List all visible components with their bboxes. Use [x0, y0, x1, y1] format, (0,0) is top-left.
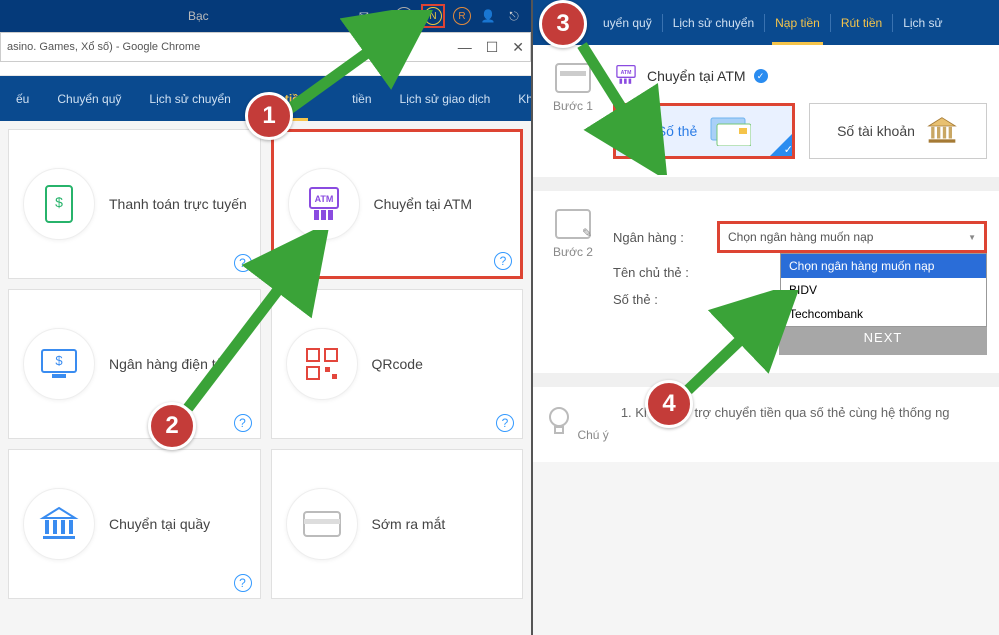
minimize-button[interactable]: —	[458, 39, 472, 56]
user-icon[interactable]: 👤	[479, 7, 497, 25]
step1-section: Bước 1 ATM Chuyển tại ATM ✓ Số thẻ	[533, 45, 999, 191]
bank-field-label: Ngân hàng :	[613, 230, 705, 245]
nav-tab-4[interactable]: tiền	[326, 76, 379, 121]
n-circle-icon[interactable]: N	[424, 7, 442, 25]
method-label: Chuyển tại quầy	[109, 516, 210, 532]
svg-text:ATM: ATM	[621, 70, 632, 76]
chrome-title-text: asino. Games, Xổ số) - Google Chrome	[7, 41, 200, 53]
method-label: Sớm ra mắt	[372, 516, 446, 532]
nav-tab-6[interactable]: Khuyến mã	[510, 76, 533, 121]
annotation-badge-1: 1	[245, 92, 293, 140]
account-topbar: Bạc ✉ 0 C N R 👤 ⎋	[0, 0, 531, 32]
bank-option-bidv[interactable]: BIDV	[781, 278, 986, 302]
method-label: Ngân hàng điện tử	[109, 356, 225, 372]
logout-icon[interactable]: ⎋	[505, 7, 523, 25]
atm-icon: ATM	[288, 168, 360, 240]
chrome-title-bar: asino. Games, Xổ số) - Google Chrome — ☐…	[0, 32, 531, 62]
mail-count: 0	[381, 10, 387, 22]
annotation-badge-4: 4	[645, 380, 693, 428]
nav-tab-1[interactable]: Chuyển quỹ	[49, 76, 129, 121]
qrcode-icon	[286, 328, 358, 400]
choice-card-number[interactable]: Số thẻ	[613, 103, 795, 159]
maximize-button[interactable]: ☐	[486, 39, 499, 56]
bank-select-dropdown[interactable]: Chọn ngân hàng muốn nạp BIDV Techcombank	[780, 253, 987, 327]
step1-title: Chuyển tại ATM	[647, 68, 746, 84]
nav-tab-5[interactable]: Lịch sử giao dịch	[392, 76, 499, 121]
method-counter[interactable]: Chuyển tại quầy ?	[8, 449, 261, 599]
card-step-icon	[555, 63, 591, 93]
ebank-icon: $	[23, 328, 95, 400]
online-payment-icon: $	[23, 168, 95, 240]
svg-text:$: $	[55, 353, 63, 368]
note-section: Chú ý 1. Không hỗ trợ chuyển tiền qua số…	[533, 387, 999, 462]
method-label: QRcode	[372, 356, 423, 372]
note-side-label: Chú ý	[577, 428, 608, 442]
help-icon[interactable]: ?	[234, 254, 252, 272]
c-circle-icon[interactable]: C	[395, 7, 413, 25]
atm-small-icon: ATM	[613, 63, 639, 89]
mail-icon[interactable]: ✉	[355, 7, 373, 25]
nav-tab-0[interactable]: ếu	[8, 76, 37, 121]
help-icon[interactable]: ?	[234, 414, 252, 432]
cardnum-field-label: Số thẻ :	[613, 292, 705, 307]
step1-label: Bước 1	[553, 99, 593, 113]
r-circle-icon[interactable]: R	[453, 7, 471, 25]
counter-icon	[23, 488, 95, 560]
bank-option-techcombank[interactable]: Techcombank	[781, 302, 986, 326]
nav-tab-2[interactable]: Lịch sử chuyển	[141, 76, 238, 121]
method-atm[interactable]: ATM Chuyển tại ATM ?	[271, 129, 524, 279]
svg-text:$: $	[55, 194, 63, 210]
annotation-badge-3: 3	[539, 0, 587, 48]
rtab-nap-tien[interactable]: Nạp tiền	[765, 0, 830, 45]
form-step-icon: ✎	[555, 209, 591, 239]
bank-card-icon	[707, 116, 751, 146]
svg-text:ATM: ATM	[314, 194, 333, 204]
step2-section: ✎ Bước 2 Ngân hàng : Chọn ngân hàng muốn…	[533, 191, 999, 387]
deposit-method-grid: $ Thanh toán trực tuyến ? ATM Chuyển tại…	[0, 121, 531, 607]
method-coming-soon: Sớm ra mắt	[271, 449, 524, 599]
help-icon[interactable]: ?	[234, 574, 252, 592]
annotation-badge-2: 2	[148, 402, 196, 450]
chevron-down-icon: ▼	[968, 233, 976, 242]
rtab-rut-tien[interactable]: Rút tiền	[831, 0, 892, 45]
method-online-payment[interactable]: $ Thanh toán trực tuyến ?	[8, 129, 261, 279]
step2-label: Bước 2	[553, 245, 593, 259]
rtab-1[interactable]: Lịch sử chuyển	[663, 0, 764, 45]
method-label: Chuyển tại ATM	[374, 196, 473, 212]
placeholder-card-icon	[286, 488, 358, 560]
close-button[interactable]: ✕	[512, 39, 524, 56]
choice-card-label: Số thẻ	[657, 123, 697, 139]
bank-building-icon	[925, 116, 959, 146]
method-label: Thanh toán trực tuyến	[109, 196, 247, 212]
rtab-0[interactable]: uyển quỹ	[593, 0, 662, 45]
owner-field-label: Tên chủ thẻ :	[613, 265, 705, 280]
help-icon[interactable]: ?	[494, 252, 512, 270]
rtab-4[interactable]: Lịch sử	[893, 0, 952, 45]
bank-select[interactable]: Chọn ngân hàng muốn nạp ▼	[717, 221, 987, 253]
lightbulb-icon	[545, 405, 573, 439]
method-qrcode[interactable]: QRcode ?	[271, 289, 524, 439]
n-deposit-shortcut[interactable]: N	[421, 4, 445, 28]
choice-account-label: Số tài khoản	[837, 123, 915, 139]
bank-option-placeholder[interactable]: Chọn ngân hàng muốn nạp	[781, 254, 986, 278]
bank-select-value: Chọn ngân hàng muốn nạp	[728, 230, 873, 244]
selected-check-icon	[770, 134, 792, 156]
tier-label: Bạc	[188, 9, 209, 23]
check-badge-icon: ✓	[754, 69, 768, 83]
right-nav-tabs: uyển quỹ Lịch sử chuyển Nạp tiền Rút tiề…	[533, 0, 999, 45]
choice-account-number[interactable]: Số tài khoản	[809, 103, 987, 159]
help-icon[interactable]: ?	[496, 414, 514, 432]
method-ebank[interactable]: $ Ngân hàng điện tử ?	[8, 289, 261, 439]
